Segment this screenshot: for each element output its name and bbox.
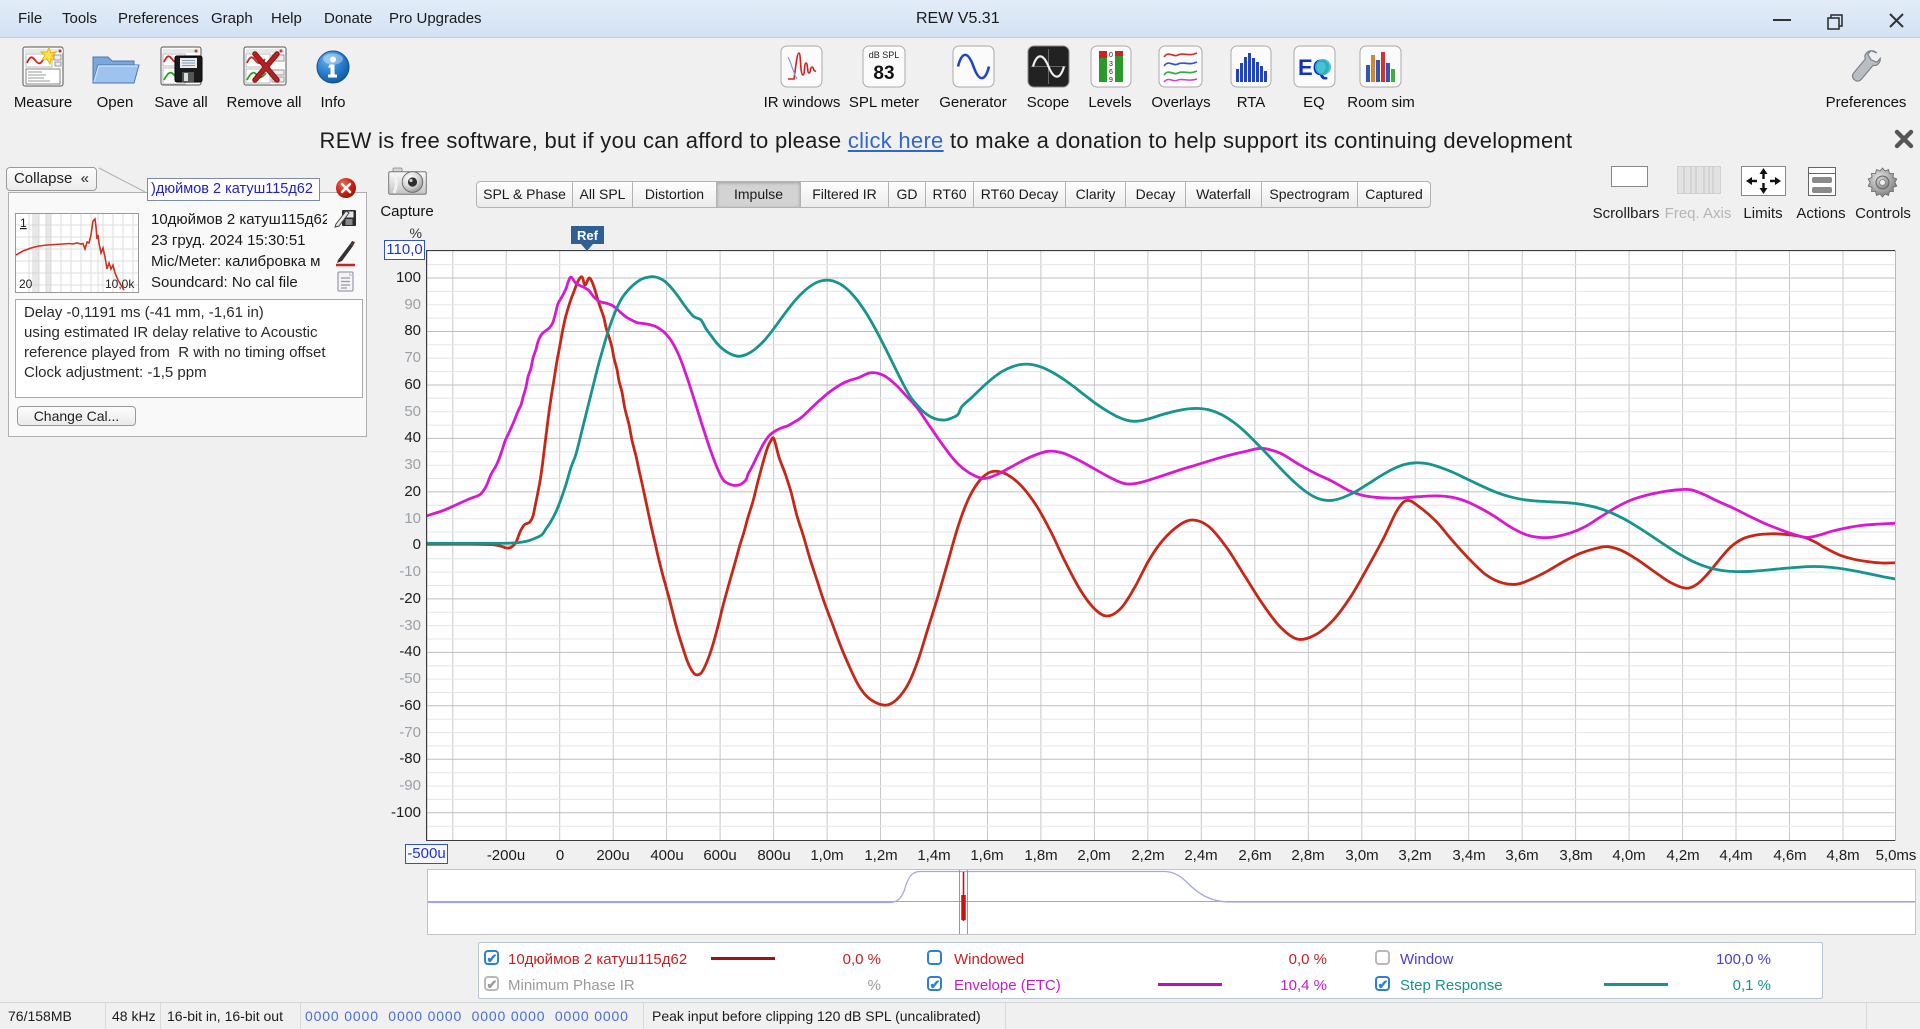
svg-text:9: 9 (1109, 77, 1113, 84)
svg-text:6: 6 (1109, 69, 1113, 76)
svg-text:dB SPL: dB SPL (869, 50, 900, 60)
svg-text:83: 83 (873, 63, 894, 84)
svg-text:10,0k: 10,0k (105, 277, 135, 291)
svg-text:3: 3 (1109, 61, 1113, 68)
svg-text:1: 1 (20, 216, 27, 230)
svg-text:0: 0 (1109, 52, 1113, 59)
svg-text:20: 20 (19, 277, 33, 291)
svg-text:Ref: Ref (577, 228, 599, 243)
